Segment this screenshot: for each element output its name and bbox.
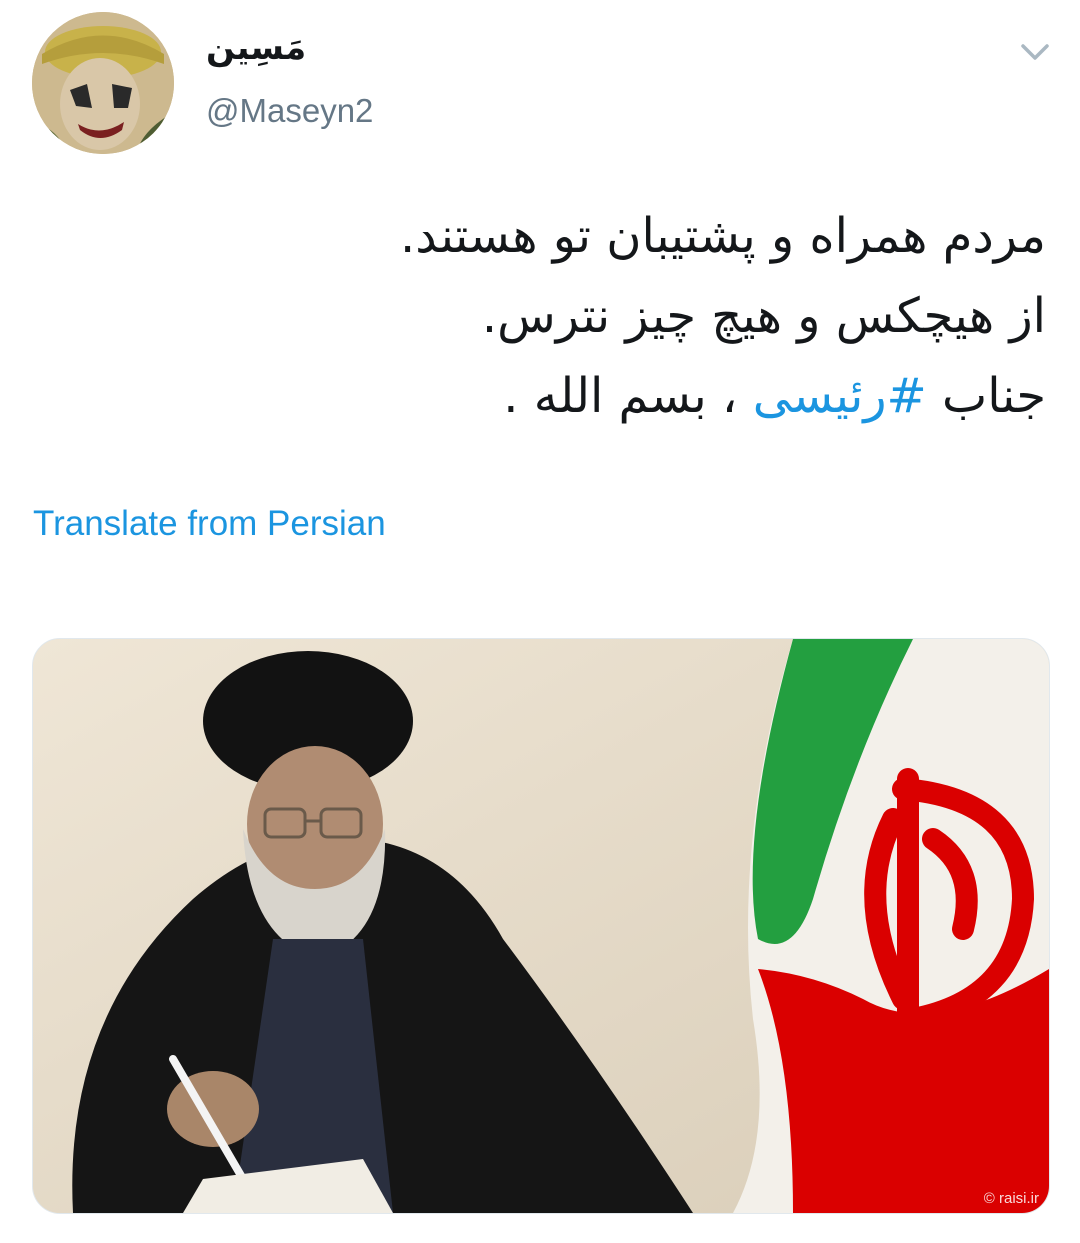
tweet-line-3-prefix: جناب [926,368,1046,424]
author-handle[interactable]: @Maseyn2 [206,92,373,130]
translate-link[interactable]: Translate from Persian [33,504,386,544]
tweet-line-3: جناب #رئیسی ، بسم الله . [36,356,1046,436]
tweet-text: مردم همراه و پشتیبان تو هستند. از هیچکس … [36,196,1046,436]
tweet-media[interactable]: © raisi.ir [32,638,1050,1214]
media-photo [33,639,1049,1213]
author-display-name[interactable]: مَسِین [206,28,306,68]
tweet-line-2: از هیچکس و هیچ چیز نترس. [481,288,1046,344]
avatar-image [32,12,174,154]
chevron-down-icon[interactable] [1015,36,1055,66]
tweet-line-3-suffix: ، بسم الله . [503,368,753,424]
media-watermark: © raisi.ir [983,1190,1039,1207]
tweet-line-1: مردم همراه و پشتیبان تو هستند. [399,208,1046,264]
author-avatar[interactable] [32,12,174,154]
hashtag-link[interactable]: #رئیسی [753,368,927,424]
